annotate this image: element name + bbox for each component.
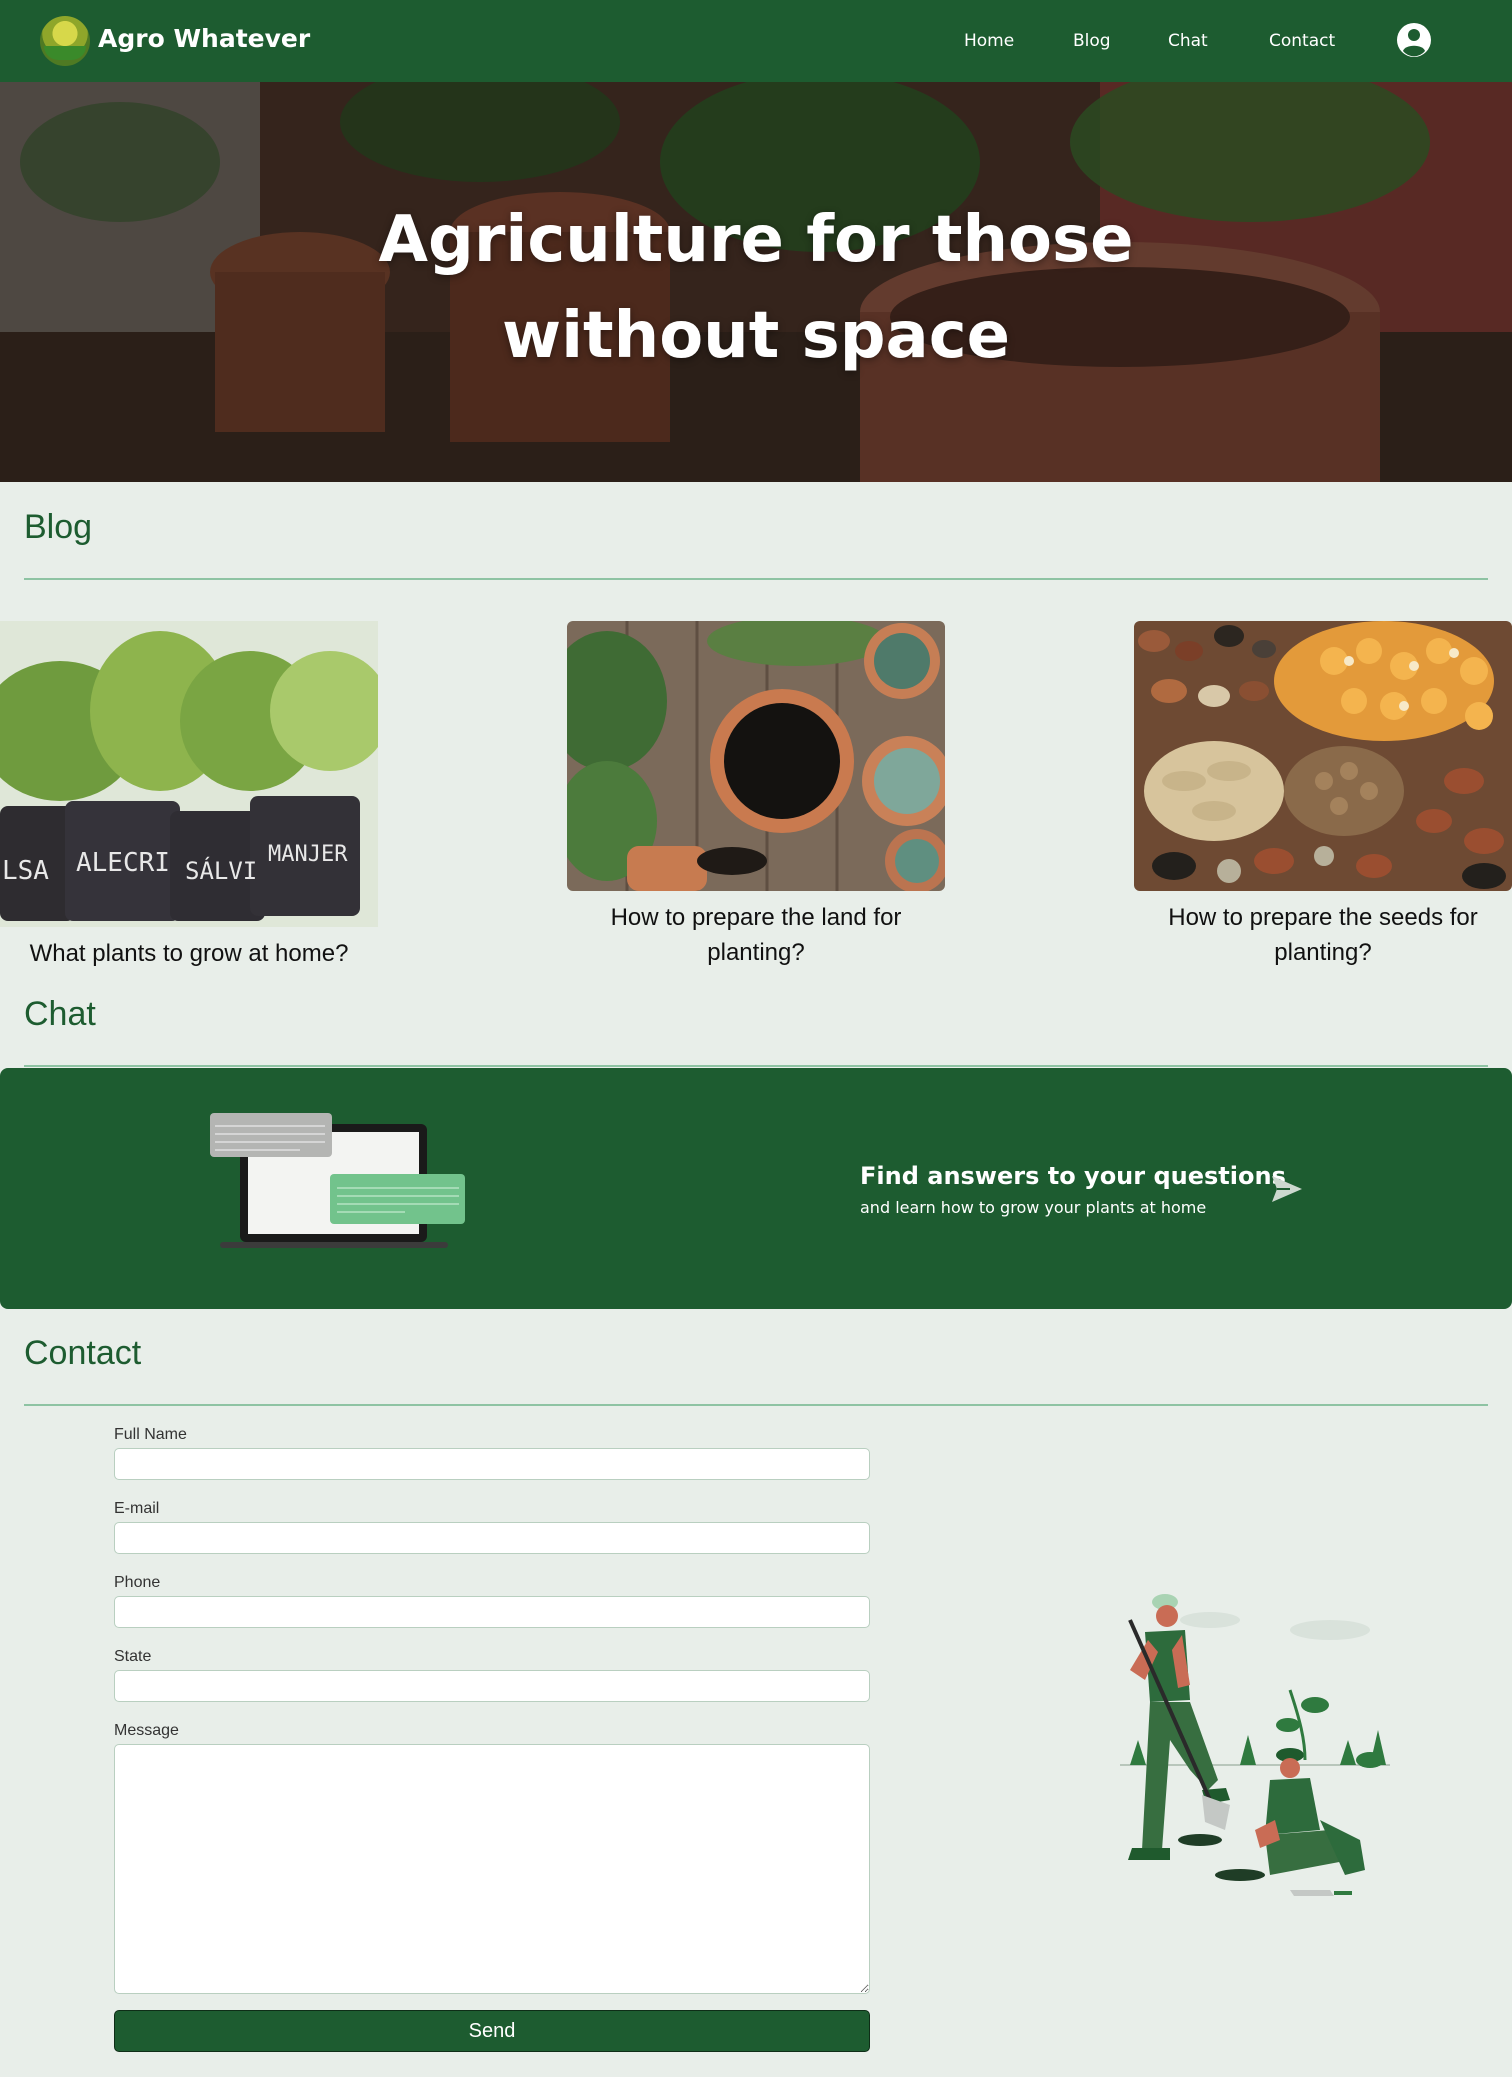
blog-card-3-title-line-1: How to prepare the seeds for [1168, 904, 1478, 931]
state-label: State [114, 1648, 152, 1665]
blog-card-1-image[interactable]: LSA ALECRI SÁLVI MANJER [0, 621, 378, 927]
nav-chat-link[interactable]: Chat [1168, 31, 1208, 51]
brand-logo-icon[interactable] [40, 16, 90, 66]
gardeners-illustration [1120, 1594, 1390, 1896]
top-navbar: Agro Whatever Home Blog Chat Contact [0, 0, 1512, 82]
chat-heading[interactable]: Find answers to your questions [860, 1162, 1286, 1190]
message-textarea[interactable] [114, 1744, 870, 1994]
svg-text:MANJER: MANJER [268, 842, 348, 867]
hero-title-line-1: Agriculture for those [378, 203, 1134, 277]
blog-card-3-title[interactable]: How to prepare the seeds for planting? [1134, 900, 1512, 970]
blog-card-3-image[interactable] [1134, 621, 1512, 891]
full-name-input[interactable] [114, 1448, 870, 1480]
phone-input[interactable] [114, 1596, 870, 1628]
potted-herbs-image: LSA ALECRI SÁLVI MANJER [0, 621, 378, 927]
send-icon[interactable] [1270, 1174, 1304, 1204]
svg-text:ALECRI: ALECRI [76, 848, 170, 878]
hero-banner: Agriculture for those without space [0, 82, 1512, 482]
state-input[interactable] [114, 1670, 870, 1702]
email-label: E-mail [114, 1500, 160, 1517]
blog-card-2-title-line-2: planting? [707, 939, 805, 966]
chat-divider [24, 1065, 1488, 1067]
laptop-chat-illustration [210, 1113, 465, 1248]
send-button[interactable]: Send [114, 2010, 870, 2052]
blog-card-2-title-line-1: How to prepare the land for [610, 904, 902, 931]
contact-divider [24, 1404, 1488, 1406]
phone-label: Phone [114, 1574, 161, 1591]
hero-title-line-2: without space [501, 299, 1011, 373]
blog-card-2-image[interactable] [567, 621, 945, 891]
chat-subheading: and learn how to grow your plants at hom… [860, 1198, 1207, 1217]
nav-blog-link[interactable]: Blog [1073, 31, 1111, 51]
soil-pot-image [567, 621, 945, 891]
chat-section-title: Chat [24, 995, 96, 1033]
contact-section-title: Contact [24, 1334, 142, 1372]
email-input[interactable] [114, 1522, 870, 1554]
blog-card-2-title[interactable]: How to prepare the land for planting? [567, 900, 945, 970]
blog-divider [24, 578, 1488, 580]
blog-card-3-title-line-2: planting? [1274, 939, 1372, 966]
full-name-label: Full Name [114, 1426, 187, 1443]
svg-text:SÁLVI: SÁLVI [185, 856, 257, 885]
svg-text:LSA: LSA [2, 856, 49, 886]
user-account-icon[interactable] [1396, 22, 1432, 58]
nav-home-link[interactable]: Home [964, 31, 1014, 51]
blog-section-title: Blog [24, 508, 93, 546]
hero-title: Agriculture for those without space [356, 192, 1156, 384]
seeds-image [1134, 621, 1512, 891]
message-label: Message [114, 1722, 179, 1739]
nav-contact-link[interactable]: Contact [1269, 31, 1335, 51]
brand-name[interactable]: Agro Whatever [98, 24, 310, 53]
blog-card-1-title[interactable]: What plants to grow at home? [0, 936, 378, 971]
